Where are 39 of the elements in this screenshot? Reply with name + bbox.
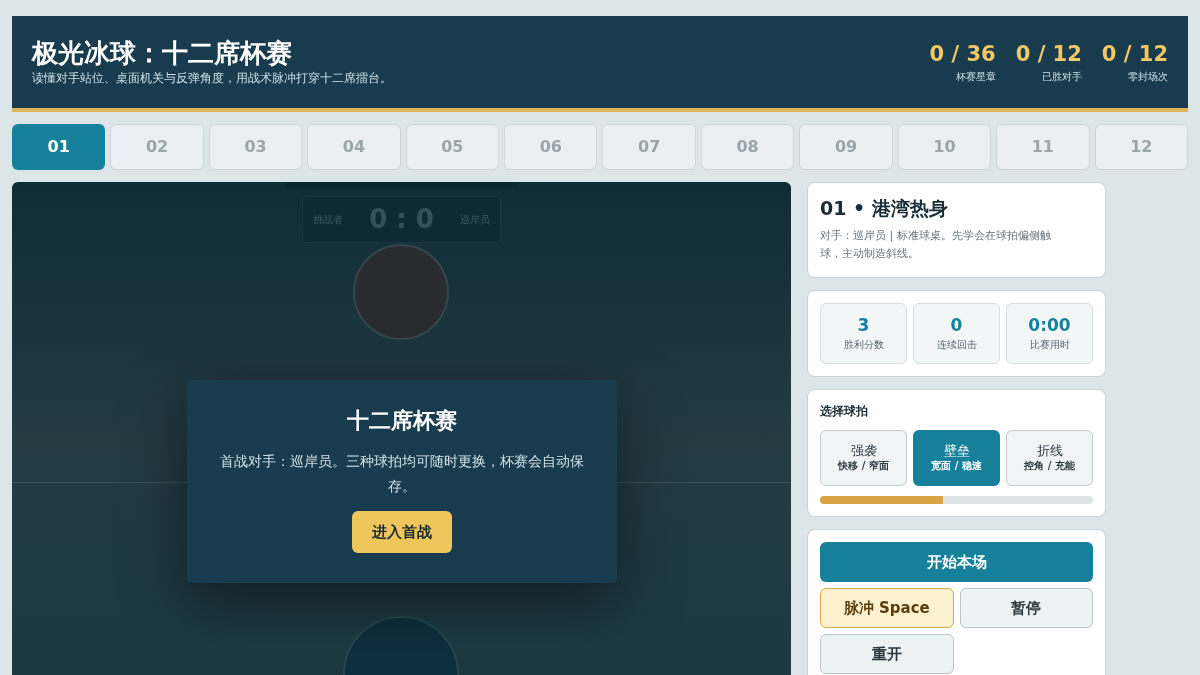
paddle-heading: 选择球拍 (820, 402, 869, 420)
stat-label: 杯赛星章 (955, 70, 996, 84)
stat-value: 0 / 12 (1015, 40, 1082, 67)
level-tab[interactable]: 04 (307, 124, 401, 170)
level-tab[interactable]: 01 (12, 124, 106, 170)
level-tab[interactable]: 11 (996, 124, 1090, 170)
stat-value: 0 / 12 (1101, 40, 1168, 67)
enter-match-button[interactable]: 进入首战 (352, 511, 452, 553)
match-title: 01 • 港湾热身 (820, 197, 949, 221)
paddle-option[interactable]: 强袭 快移 / 窄面 (820, 429, 907, 486)
app-subtitle: 读懂对手站位、桌面机关与反弹角度，用战术脉冲打穿十二席擂台。 (32, 72, 392, 84)
dialog-title: 十二席杯赛 (347, 407, 457, 435)
start-button[interactable]: 开始本场 (820, 541, 1093, 582)
dialog-text: 首战对手：巡岸员。三种球拍均可随时更换，杯赛会自动保存。 (219, 452, 585, 496)
metric-value: 3 (857, 316, 870, 334)
level-tab[interactable]: 05 (405, 124, 500, 170)
stat-value: 0 / 36 (929, 40, 996, 67)
level-tab[interactable]: 03 (208, 124, 303, 170)
match-description: 对手：巡岸员 | 标准球桌。先学会在球拍偏侧触球，主动制造斜线。 (820, 227, 1052, 262)
metric-label: 比赛用时 (1029, 339, 1070, 350)
paddle-option[interactable]: 壁垒 宽面 / 稳速 (913, 429, 1000, 486)
level-tab[interactable]: 07 (602, 124, 696, 170)
metric-label: 胜利分数 (843, 339, 884, 350)
metric-value: 0:00 (1028, 316, 1071, 334)
level-tab[interactable]: 10 (897, 124, 992, 170)
paddle-option[interactable]: 折线 控角 / 充能 (1006, 429, 1093, 486)
level-tab[interactable]: 09 (799, 124, 893, 170)
level-tab[interactable]: 12 (1094, 124, 1188, 170)
metric-label: 连续回击 (936, 339, 977, 350)
pulse-button[interactable]: 脉冲 Space (820, 587, 954, 628)
stat-label: 零封场次 (1128, 70, 1168, 84)
pause-button[interactable]: 暂停 (959, 587, 1093, 628)
stat-label: 已胜对手 (1041, 70, 1082, 84)
level-tab[interactable]: 06 (504, 124, 598, 170)
restart-button[interactable]: 重开 (820, 633, 954, 674)
level-tab[interactable]: 08 (700, 124, 795, 170)
level-tab[interactable]: 02 (110, 124, 204, 170)
app-title: 极光冰球：十二席杯赛 (32, 40, 293, 66)
metric-value: 0 (950, 316, 963, 334)
